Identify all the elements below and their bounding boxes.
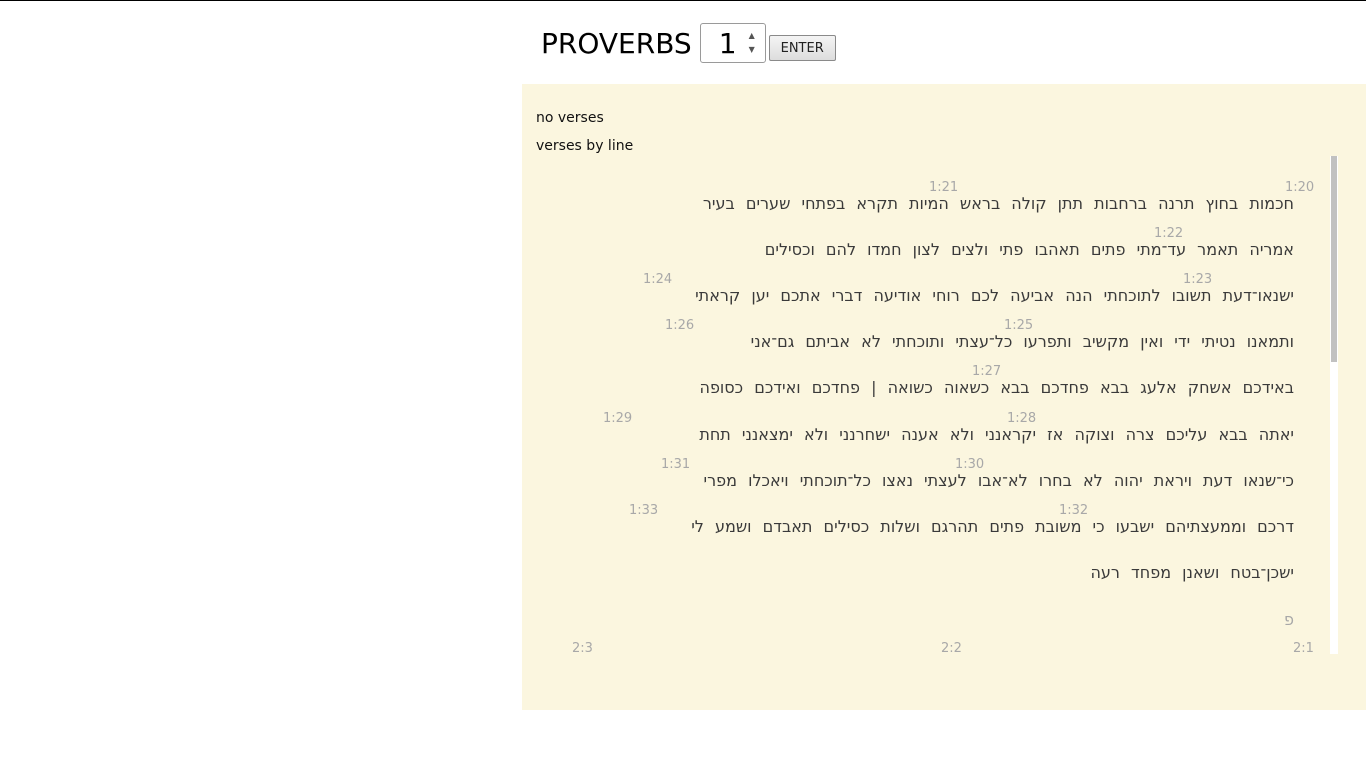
chapter-input[interactable]: 1 ▲ ▼ xyxy=(699,23,766,63)
verse-number: 2:1 xyxy=(1293,641,1314,656)
verse-number: 2:2 xyxy=(941,641,962,656)
verse-line: באידכם אשחק אלעג בבא פחדכם בבא כשאוה כשו… xyxy=(699,378,1294,397)
verse-number: 1:25 xyxy=(1004,318,1034,333)
scrollbar-thumb[interactable] xyxy=(1331,156,1337,362)
verse-number: 1:21 xyxy=(929,180,959,195)
verse-line: כי־שנאו דעת ויראת יהוה לא בחרו לא־אבו לע… xyxy=(703,471,1294,490)
verse-line: ישכן־בטח ושאנן מפחד רעה xyxy=(1090,563,1294,582)
verse-line: אמריה תאמר עד־מתי פתים תאהבו פתי ולצים ל… xyxy=(764,240,1294,259)
top-border xyxy=(0,0,1366,1)
verse-line: ישנאו־דעת תשובו לתוכחתי הנה אביעה לכם רו… xyxy=(695,286,1294,305)
section-break-mark: פ xyxy=(1284,610,1294,629)
verse-number: 1:26 xyxy=(665,318,695,333)
verse-number: 1:27 xyxy=(972,364,1002,379)
verse-line: דרכם וממעצתיהם ישבעו כי משובת פתים תהרגם… xyxy=(691,517,1294,536)
verse-number: 1:29 xyxy=(603,411,633,426)
verse-line: ותמאנו נטיתי ידי ואין מקשיב ותפרעו כל־עצ… xyxy=(750,332,1294,351)
header: PROVERBS 1 ▲ ▼ ENTER xyxy=(541,22,836,64)
spinner-down-icon[interactable]: ▼ xyxy=(749,46,755,54)
reading-panel: no verses verses by line 1:20 1:21 1:22 … xyxy=(522,84,1366,710)
verse-number: 1:22 xyxy=(1154,226,1184,241)
no-verses-option[interactable]: no verses xyxy=(536,110,604,126)
verse-number: 1:31 xyxy=(661,457,691,472)
verse-number: 1:20 xyxy=(1285,180,1315,195)
spinner-arrows[interactable]: ▲ ▼ xyxy=(747,32,757,54)
verses-by-line-option[interactable]: verses by line xyxy=(536,138,633,154)
verse-number: 1:23 xyxy=(1183,272,1213,287)
verse-number: 2:3 xyxy=(572,641,593,656)
enter-button[interactable]: ENTER xyxy=(768,35,836,61)
verse-line: יאתה בבא עליכם צרה וצוקה אז יקראנני ולא … xyxy=(699,425,1294,444)
book-title: PROVERBS xyxy=(541,26,692,60)
verse-line: חכמות בחוץ תרנה ברחבות תתן קולה בראש המי… xyxy=(702,194,1294,213)
scripture-text-area: 1:20 1:21 1:22 1:23 1:24 1:25 1:26 1:27 … xyxy=(522,156,1366,656)
verse-number: 1:30 xyxy=(955,457,985,472)
spinner-up-icon[interactable]: ▲ xyxy=(749,32,755,40)
verse-number: 1:33 xyxy=(629,503,659,518)
verse-number: 1:24 xyxy=(643,272,673,287)
verse-number: 1:28 xyxy=(1007,411,1037,426)
verse-number: 1:32 xyxy=(1059,503,1089,518)
